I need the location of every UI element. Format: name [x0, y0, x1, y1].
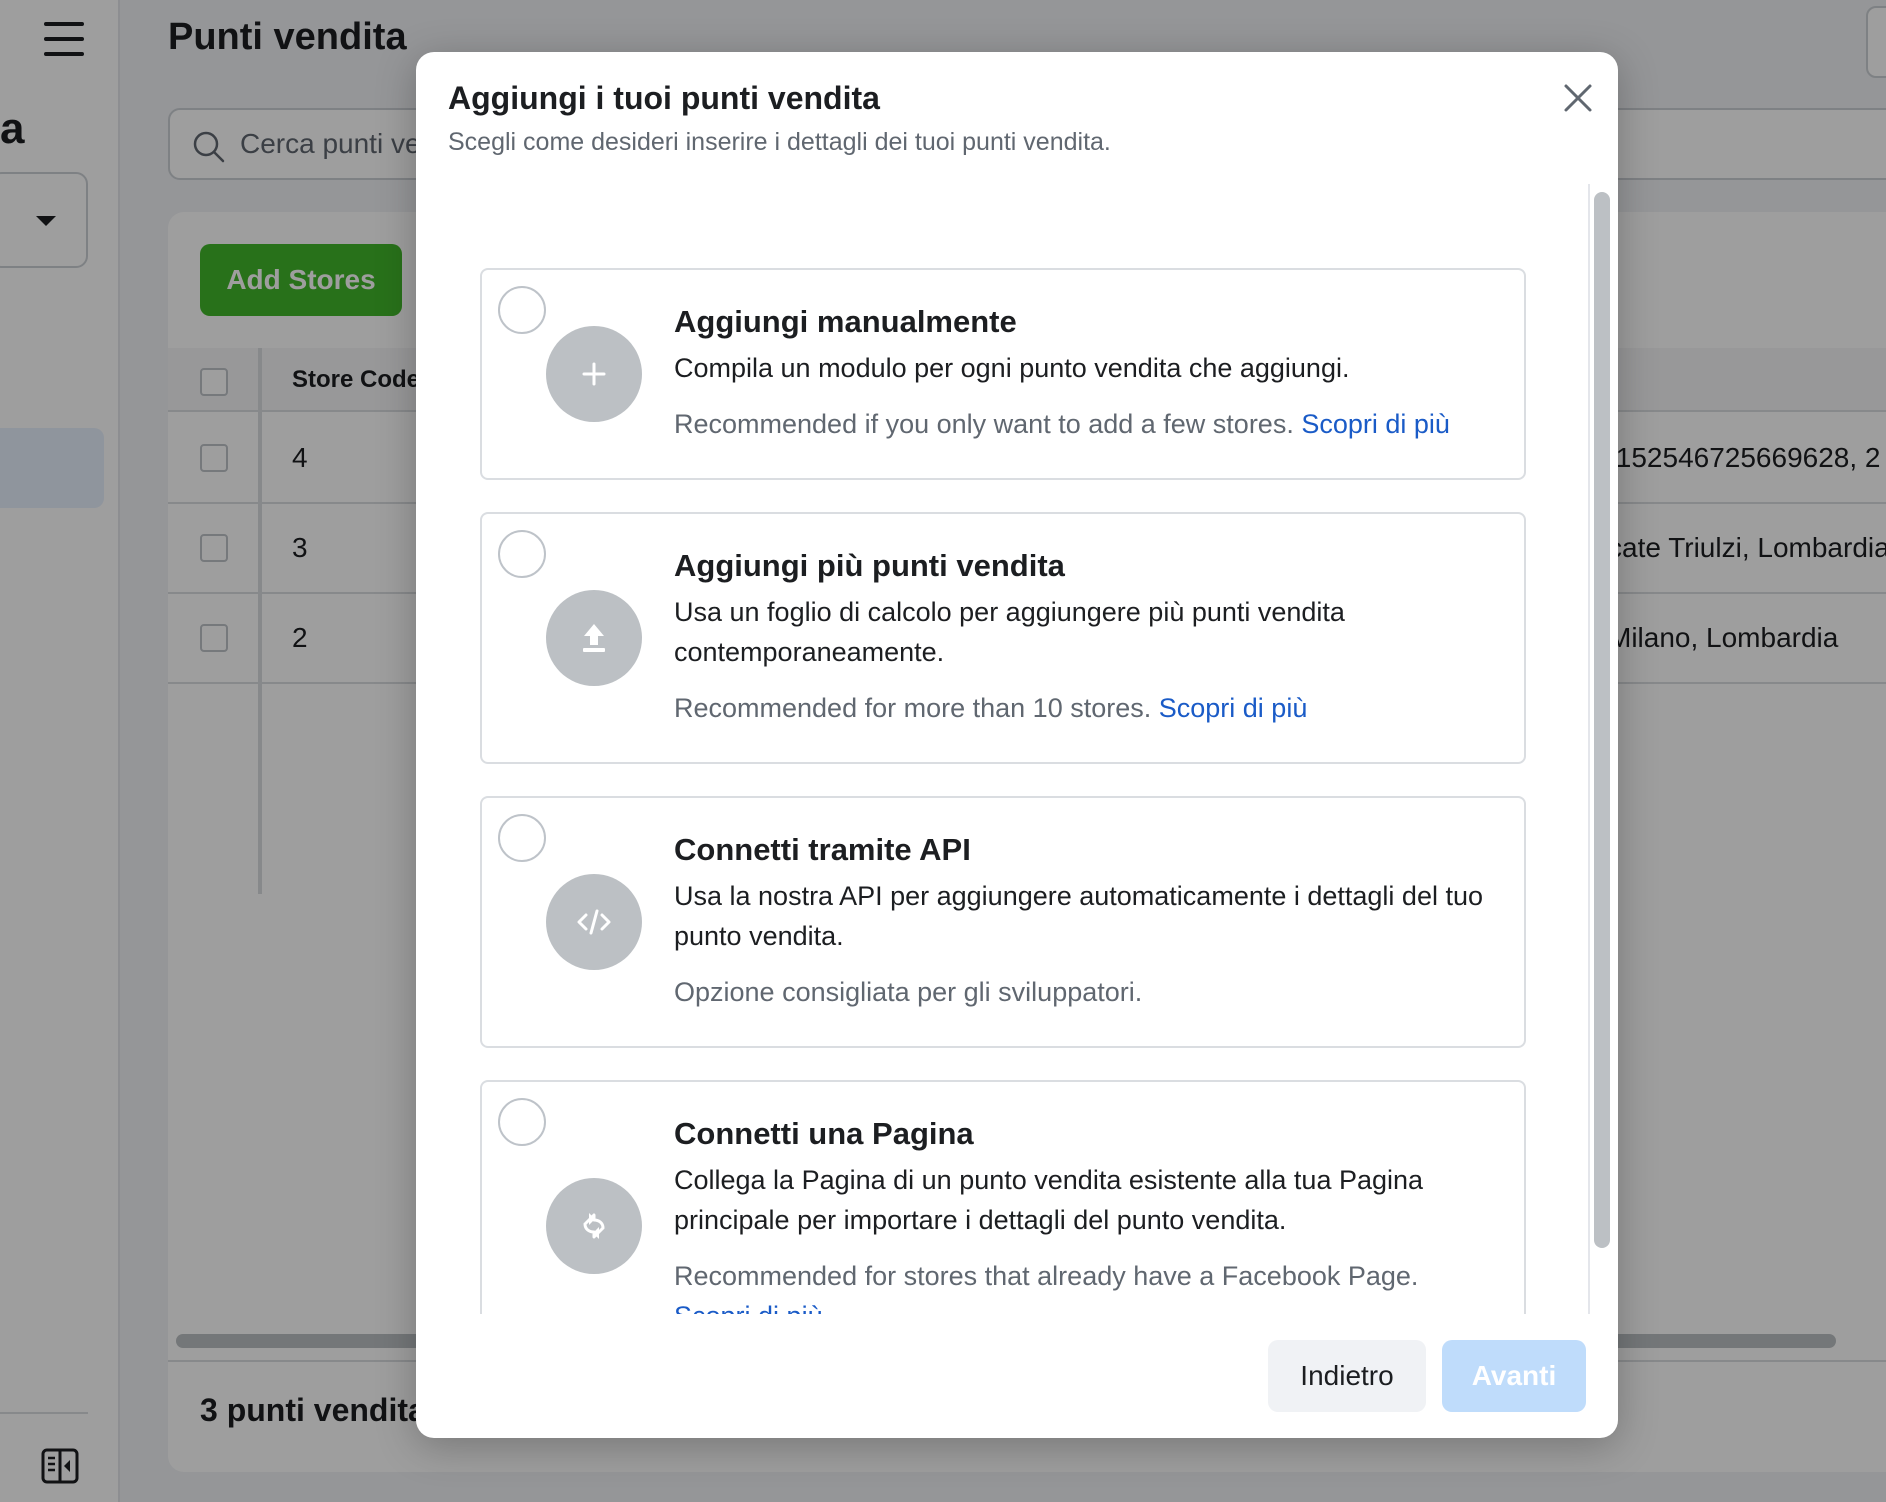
option-description: Usa un foglio di calcolo per aggiungere …	[674, 597, 1345, 667]
radio-connect-api[interactable]	[498, 814, 546, 862]
dialog-title: Aggiungi i tuoi punti vendita	[448, 80, 880, 116]
option-description: Usa la nostra API per aggiungere automat…	[674, 881, 1483, 951]
upload-icon	[546, 590, 642, 686]
option-note: Recommended for stores that already have…	[674, 1256, 1494, 1314]
radio-connect-page[interactable]	[498, 1098, 546, 1146]
learn-more-link[interactable]: Scopri di più	[674, 1301, 823, 1314]
option-title: Connetti tramite API	[674, 832, 971, 867]
option-add-manually[interactable]: Aggiungi manualmente Compila un modulo p…	[480, 268, 1526, 480]
close-button[interactable]	[1556, 76, 1600, 120]
option-note-text: Recommended for stores that already have…	[674, 1261, 1419, 1291]
sync-icon	[546, 1178, 642, 1274]
option-title: Connetti una Pagina	[674, 1116, 974, 1151]
option-note-text: Opzione consigliata per gli sviluppatori…	[674, 977, 1143, 1007]
option-note: Opzione consigliata per gli sviluppatori…	[674, 972, 1494, 1012]
option-description: Collega la Pagina di un punto vendita es…	[674, 1165, 1424, 1235]
radio-add-manually[interactable]	[498, 286, 546, 334]
back-button[interactable]: Indietro	[1268, 1340, 1426, 1412]
option-note: Recommended for more than 10 stores. Sco…	[674, 688, 1494, 728]
vertical-scrollbar[interactable]	[1594, 192, 1610, 1248]
option-connect-api[interactable]: Connetti tramite API Usa la nostra API p…	[480, 796, 1526, 1048]
add-stores-dialog: Aggiungi i tuoi punti vendita Scegli com…	[416, 52, 1618, 1438]
option-add-multiple[interactable]: Aggiungi più punti vendita Usa un foglio…	[480, 512, 1526, 764]
option-note: Recommended if you only want to add a fe…	[674, 404, 1494, 444]
option-note-text: Recommended for more than 10 stores.	[674, 693, 1152, 723]
option-connect-page[interactable]: Connetti una Pagina Collega la Pagina di…	[480, 1080, 1526, 1314]
learn-more-link[interactable]: Scopri di più	[1301, 409, 1450, 439]
learn-more-link[interactable]: Scopri di più	[1159, 693, 1308, 723]
vertical-scroll-track	[1588, 184, 1590, 1314]
radio-add-multiple[interactable]	[498, 530, 546, 578]
dialog-body: Aggiungi manualmente Compila un modulo p…	[416, 184, 1618, 1314]
next-button[interactable]: Avanti	[1442, 1340, 1586, 1412]
dialog-subtitle: Scegli come desideri inserire i dettagli…	[448, 128, 1111, 156]
code-icon	[546, 874, 642, 970]
dialog-footer: Indietro Avanti	[416, 1314, 1618, 1438]
option-title: Aggiungi più punti vendita	[674, 548, 1065, 583]
option-description: Compila un modulo per ogni punto vendita…	[674, 353, 1350, 383]
option-note-text: Recommended if you only want to add a fe…	[674, 409, 1294, 439]
close-icon	[1564, 84, 1592, 112]
option-title: Aggiungi manualmente	[674, 304, 1017, 339]
plus-icon	[546, 326, 642, 422]
